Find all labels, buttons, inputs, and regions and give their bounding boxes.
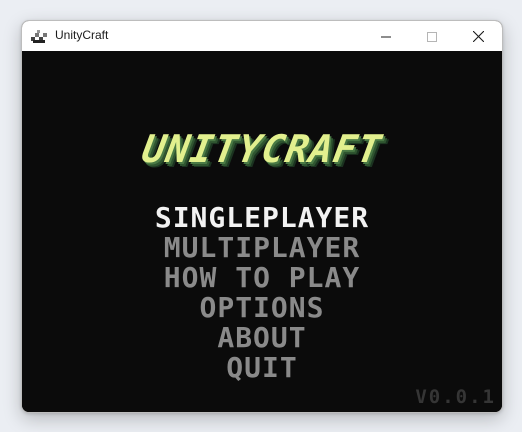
unitycraft-app-icon xyxy=(31,29,47,43)
main-menu: SINGLEPLAYER MULTIPLAYER HOW TO PLAY OPT… xyxy=(22,203,502,383)
menu-item-singleplayer[interactable]: SINGLEPLAYER xyxy=(22,203,502,233)
window-title: UnityCraft xyxy=(55,28,109,42)
close-icon xyxy=(472,27,484,46)
version-label: V0.0.1 xyxy=(415,386,496,408)
close-button[interactable] xyxy=(455,21,501,51)
game-logo: UNITYCRAFT xyxy=(138,127,386,171)
menu-item-multiplayer[interactable]: MULTIPLAYER xyxy=(22,233,502,263)
title-bar[interactable]: UnityCraft xyxy=(22,21,502,51)
menu-item-how-to-play[interactable]: HOW TO PLAY xyxy=(22,263,502,293)
menu-item-options[interactable]: OPTIONS xyxy=(22,293,502,323)
app-window: UnityCraft UNITYCRAFT SINGLEPLAYER MULTI… xyxy=(21,20,503,413)
game-viewport[interactable]: UNITYCRAFT SINGLEPLAYER MULTIPLAYER HOW … xyxy=(22,51,502,412)
minimize-icon xyxy=(381,27,391,46)
maximize-button[interactable] xyxy=(409,21,455,51)
minimize-button[interactable] xyxy=(363,21,409,51)
maximize-icon xyxy=(427,27,437,46)
menu-item-quit[interactable]: QUIT xyxy=(22,353,502,383)
menu-item-about[interactable]: ABOUT xyxy=(22,323,502,353)
